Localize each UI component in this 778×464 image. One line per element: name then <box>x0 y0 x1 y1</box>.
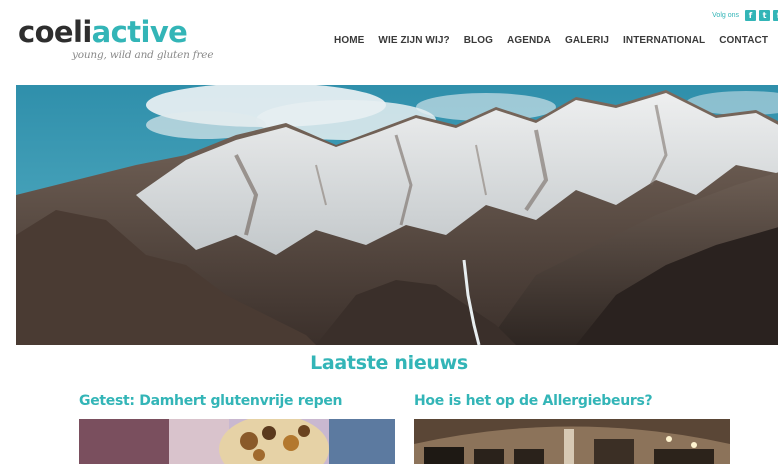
logo-wordmark: coeliactive <box>18 15 188 49</box>
site-logo[interactable]: coeliactive young, wild and gluten free <box>18 16 218 66</box>
nav-item-international[interactable]: INTERNATIONAL <box>623 35 705 46</box>
nav-item-home[interactable]: HOME <box>334 35 364 46</box>
social-links: Volg ons f t f <box>712 10 778 21</box>
nav-item-contact[interactable]: CONTACT <box>719 35 768 46</box>
article-thumbnail[interactable] <box>414 419 730 464</box>
nav-item-gallery[interactable]: GALERIJ <box>565 35 609 46</box>
nav-item-blog[interactable]: BLOG <box>464 35 493 46</box>
social-label: Volg ons <box>712 12 739 19</box>
nav-item-agenda[interactable]: AGENDA <box>507 35 551 46</box>
page: coeliactive young, wild and gluten free … <box>0 0 778 464</box>
nav-item-about[interactable]: WIE ZIJN WIJ? <box>378 35 449 46</box>
food-bar-image <box>79 419 395 464</box>
logo-wordmark-accent: active <box>91 15 188 49</box>
article-thumbnail[interactable] <box>79 419 395 464</box>
main-nav: HOME WIE ZIJN WIJ? BLOG AGENDA GALERIJ I… <box>334 35 778 46</box>
hero-mountain-image <box>16 85 778 345</box>
logo-wordmark-dark: coeli <box>18 15 92 49</box>
article-title[interactable]: Getest: Damhert glutenvrije repen <box>79 393 342 409</box>
fair-hall-image <box>414 419 730 464</box>
hero-banner <box>16 85 778 345</box>
twitter-icon[interactable]: t <box>759 10 770 21</box>
news-heading: Laatste nieuws <box>310 352 468 374</box>
logo-tagline: young, wild and gluten free <box>72 49 214 61</box>
facebook-icon[interactable]: f <box>745 10 756 21</box>
facebook-icon[interactable]: f <box>773 10 778 21</box>
article-title[interactable]: Hoe is het op de Allergiebeurs? <box>414 393 653 409</box>
